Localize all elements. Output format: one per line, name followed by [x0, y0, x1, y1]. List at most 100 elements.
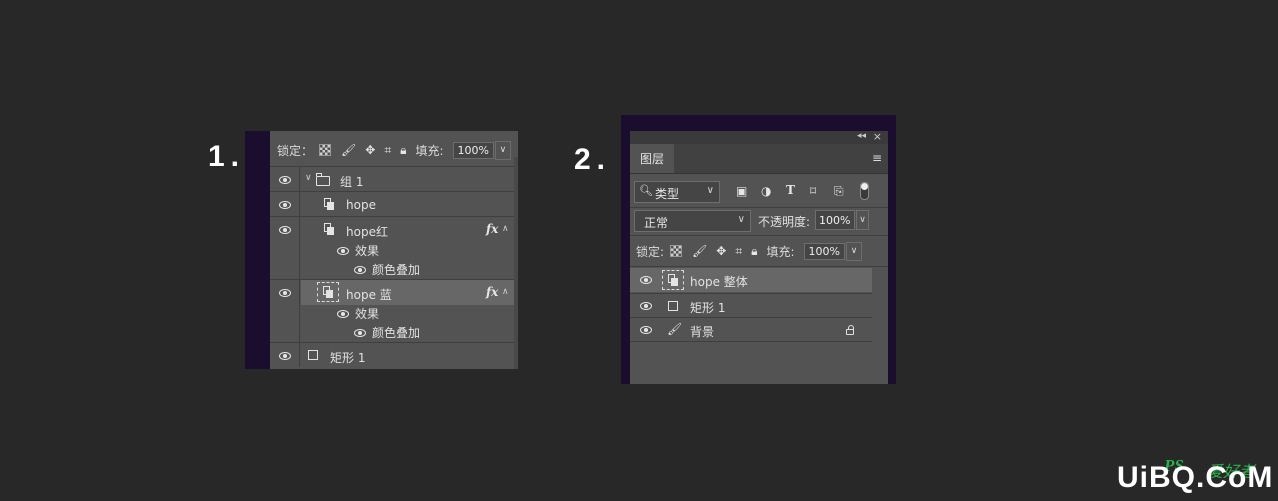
chevron-up-icon[interactable]: ∧ [502, 287, 509, 297]
effect-color-overlay: 颜色叠加 [372, 263, 421, 277]
lock-artboard-icon[interactable]: ⌗ [384, 143, 391, 158]
filter-toggle-icon[interactable] [860, 182, 869, 200]
blend-mode-dropdown[interactable]: 正常 ∨ [634, 210, 751, 232]
eye-icon [279, 289, 291, 297]
layer-name: hope [346, 198, 376, 212]
lock-bar: 锁定： 🖌︎ ✥ ⌗ 🔒︎ 填充: 100% ∨ [270, 137, 518, 163]
shape-icon [308, 350, 318, 360]
eye-icon[interactable] [354, 329, 366, 337]
fill-label: 填充: [415, 143, 444, 158]
lock-image-pixels-icon[interactable]: 🖌︎ [692, 244, 707, 258]
visibility-toggle[interactable] [270, 343, 300, 367]
lock-transparent-pixels-icon[interactable] [670, 245, 683, 257]
lock-label: 锁定： [277, 143, 314, 158]
smart-object-icon [324, 223, 334, 235]
layers-panel-1: 锁定： 🖌︎ ✥ ⌗ 🔒︎ 填充: 100% ∨ ∨ 组 1 hope hope… [245, 131, 518, 369]
lock-label: 锁定: [636, 244, 665, 259]
layer-name: 组 1 [340, 175, 364, 189]
chevron-up-icon[interactable]: ∧ [502, 224, 509, 234]
filter-adjustment-icon[interactable]: ◑ [761, 184, 771, 198]
chevron-down-icon: ∨ [706, 185, 714, 196]
fx-icon[interactable]: fx [486, 285, 498, 299]
effect-color-overlay: 颜色叠加 [372, 326, 421, 340]
lock-position-icon[interactable]: ✥ [365, 143, 375, 157]
eye-icon[interactable] [640, 302, 652, 310]
layer-name: hope红 [346, 225, 388, 239]
eye-icon[interactable] [640, 276, 652, 284]
lock-position-icon[interactable]: ✥ [716, 244, 726, 258]
layer-row-background[interactable]: 🖌︎ 背景 [630, 317, 872, 342]
step-number-2: 2. [574, 143, 612, 176]
smart-object-icon [324, 198, 334, 210]
chevron-down-icon: ∨ [737, 214, 745, 225]
smart-object-icon [668, 274, 678, 286]
filter-shape-icon[interactable]: ⌑ [810, 184, 816, 198]
effects-label: 效果 [355, 244, 380, 258]
lock-all-icon[interactable]: 🔒︎ [751, 244, 757, 259]
layer-row-hope-blue[interactable]: hope 蓝 fx ∧ 效果 颜色叠加 [270, 279, 514, 342]
layer-name: hope 整体 [690, 275, 748, 289]
fill-input[interactable]: 100% [803, 242, 845, 260]
filter-pixel-icon[interactable]: ▣ [736, 184, 747, 198]
divider [630, 207, 888, 208]
fill-label: 填充: [766, 244, 795, 259]
eye-icon [279, 226, 291, 234]
visibility-toggle[interactable] [270, 192, 300, 216]
lock-artboard-icon[interactable]: ⌗ [735, 244, 742, 259]
filter-type-icon[interactable]: T [786, 183, 795, 197]
search-icon: 🔍︎ [639, 184, 653, 197]
visibility-toggle[interactable] [270, 217, 300, 279]
eye-icon[interactable] [337, 247, 349, 255]
divider [630, 266, 888, 267]
eye-icon [279, 176, 291, 184]
layer-row-group[interactable]: ∨ 组 1 [270, 166, 514, 191]
step-number-1: 1. [208, 140, 246, 173]
layer-name: 矩形 1 [690, 301, 726, 315]
filter-smart-object-icon[interactable]: ⎘ [834, 184, 844, 199]
layers-panel-1-body: 锁定： 🖌︎ ✥ ⌗ 🔒︎ 填充: 100% ∨ ∨ 组 1 hope hope… [270, 131, 518, 369]
fill-dropdown-button[interactable]: ∨ [494, 140, 511, 160]
opacity-dropdown-button[interactable]: ∨ [856, 210, 869, 230]
scrollbar[interactable] [514, 157, 518, 369]
panel-title-bar[interactable]: ◂◂ × [630, 131, 888, 144]
shape-icon [668, 301, 678, 311]
fill-input[interactable]: 100% [452, 141, 494, 159]
eye-icon [279, 352, 291, 360]
divider [630, 235, 888, 236]
layer-row-hope-red[interactable]: hope红 fx ∧ 效果 颜色叠加 [270, 216, 514, 279]
lock-icon [846, 325, 854, 335]
fill-dropdown-button[interactable]: ∨ [846, 241, 862, 261]
brush-icon: 🖌︎ [667, 322, 683, 336]
layers-panel-2: ◂◂ × 图层 ≡ 🔍︎ 类型 ∨ ▣ ◑ T ⌑ ⎘ 正常 ∨ 不透明度: 1… [621, 115, 896, 384]
eye-icon[interactable] [337, 310, 349, 318]
effects-label: 效果 [355, 307, 380, 321]
eye-icon[interactable] [640, 326, 652, 334]
layer-row-rectangle[interactable]: 矩形 1 [630, 293, 872, 317]
opacity-input[interactable]: 100% [815, 210, 855, 230]
filter-type-label: 类型 [655, 187, 680, 201]
layer-row-hope-whole[interactable]: hope 整体 [630, 268, 872, 292]
layer-row-rectangle[interactable]: 矩形 1 [270, 342, 514, 367]
smart-object-icon [323, 286, 333, 298]
visibility-toggle[interactable] [270, 167, 300, 191]
collapse-icon[interactable]: ◂◂ [857, 131, 866, 141]
fx-icon[interactable]: fx [486, 222, 498, 236]
lock-all-icon[interactable]: 🔒︎ [400, 143, 406, 158]
panel-menu-icon[interactable]: ≡ [872, 151, 882, 165]
watermark-logo: UiBQ.CoM [1117, 461, 1274, 494]
layer-row-hope[interactable]: hope [270, 191, 514, 216]
blend-mode-value: 正常 [644, 216, 669, 230]
tab-layers[interactable]: 图层 [630, 144, 674, 173]
filter-type-dropdown[interactable]: 🔍︎ 类型 ∨ [634, 181, 720, 203]
close-icon[interactable]: × [873, 131, 882, 143]
layers-panel-2-body: ◂◂ × 图层 ≡ 🔍︎ 类型 ∨ ▣ ◑ T ⌑ ⎘ 正常 ∨ 不透明度: 1… [630, 131, 888, 384]
visibility-toggle[interactable] [270, 280, 300, 342]
lock-transparent-pixels-icon[interactable] [319, 144, 332, 156]
eye-icon[interactable] [354, 266, 366, 274]
layer-name: 背景 [690, 325, 715, 339]
layer-name: hope 蓝 [346, 288, 392, 302]
lock-image-pixels-icon[interactable]: 🖌︎ [341, 143, 356, 157]
lock-bar: 锁定: 🖌︎ ✥ ⌗ 🔒︎ 填充: 100% ∨ [630, 238, 888, 264]
chevron-down-icon[interactable]: ∨ [305, 173, 312, 183]
opacity-label: 不透明度: [758, 215, 811, 229]
